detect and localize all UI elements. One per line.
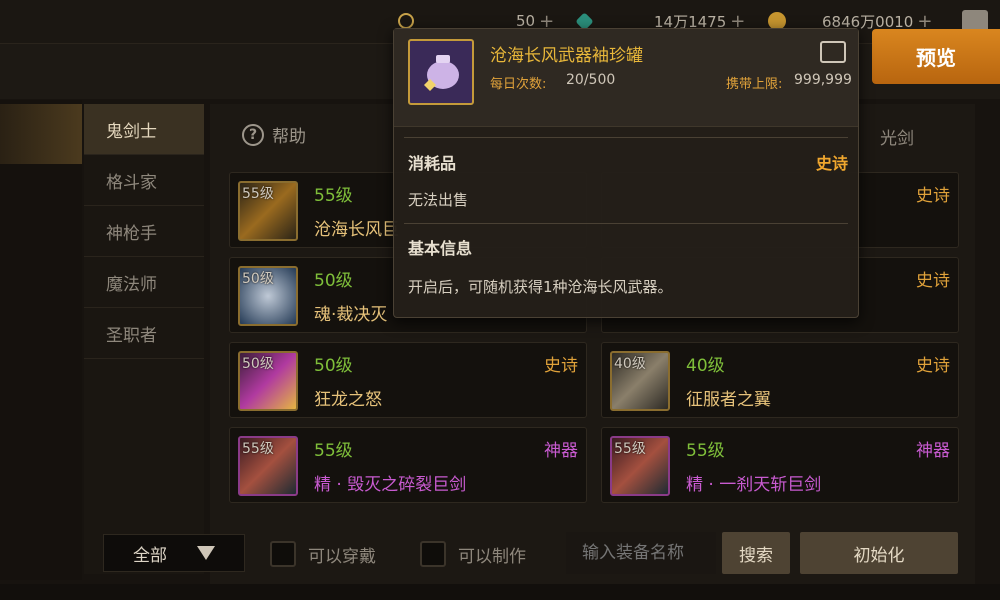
item-card[interactable]: 55级 55级 精 · 毁灭之碎裂巨剑 神器	[229, 427, 587, 503]
item-name: 狂龙之怒	[314, 390, 382, 410]
info-header: 基本信息	[408, 239, 473, 258]
item-level: 40级	[686, 356, 725, 376]
item-tooltip: 沧海长风武器袖珍罐 每日次数: 20/500 携带上限: 999,999 消耗品…	[393, 28, 859, 318]
item-level: 55级	[686, 441, 725, 461]
wearable-label: 可以穿戴	[308, 546, 376, 567]
filter-dropdown[interactable]: 全部	[103, 534, 245, 572]
item-name: 沧海长风巨	[314, 220, 399, 240]
dropdown-arrow-icon	[197, 546, 215, 560]
daily-uses-value: 20/500	[566, 72, 616, 88]
item-card[interactable]: 40级 40级 征服者之翼 史诗	[601, 342, 959, 418]
item-card[interactable]: 55级 55级 精 · 一刹天斩巨剑 神器	[601, 427, 959, 503]
item-name: 魂·裁决灭	[314, 305, 388, 325]
tab-lightsword[interactable]: 光剑	[880, 124, 914, 149]
item-level-tag: 40级	[614, 356, 646, 372]
preview-button[interactable]: 预览	[872, 29, 1000, 84]
item-level-tag: 55级	[614, 441, 646, 457]
class-item-fighter[interactable]: 格斗家	[84, 155, 204, 206]
daily-uses-label: 每日次数:	[490, 77, 547, 92]
class-item-priest[interactable]: 圣职者	[84, 308, 204, 359]
side-category-panel	[0, 100, 82, 580]
search-input[interactable]	[566, 532, 716, 574]
item-name: 精 · 毁灭之碎裂巨剑	[314, 475, 467, 495]
item-level-tag: 50级	[242, 356, 274, 372]
checkbox-box[interactable]	[420, 541, 446, 567]
item-rarity: 史诗	[544, 356, 578, 376]
jar-icon	[408, 39, 474, 105]
item-level: 50级	[314, 356, 353, 376]
item-card[interactable]: 50级 50级 狂龙之怒 史诗	[229, 342, 587, 418]
share-icon[interactable]	[820, 41, 846, 63]
checkbox-box[interactable]	[270, 541, 296, 567]
class-list: 鬼剑士 格斗家 神枪手 魔法师 圣职者	[84, 104, 204, 574]
item-rarity: 神器	[544, 441, 578, 461]
sell-status: 无法出售	[408, 191, 469, 209]
reset-button[interactable]: 初始化	[800, 532, 958, 574]
class-item-mage[interactable]: 魔法师	[84, 257, 204, 308]
class-item-slayer[interactable]: 鬼剑士	[84, 104, 204, 155]
item-rarity-label: 史诗	[815, 154, 848, 173]
item-level: 55级	[314, 441, 353, 461]
help-button[interactable]: ? 帮助	[242, 122, 306, 147]
item-rarity: 史诗	[916, 186, 950, 206]
item-level-tag: 55级	[242, 186, 274, 202]
wearable-checkbox[interactable]: 可以穿戴	[270, 541, 376, 567]
tooltip-title: 沧海长风武器袖珍罐	[490, 46, 643, 66]
class-item-gunner[interactable]: 神枪手	[84, 206, 204, 257]
craftable-checkbox[interactable]: 可以制作	[420, 541, 526, 567]
item-level-tag: 55级	[242, 441, 274, 457]
item-type: 消耗品	[408, 154, 457, 173]
divider	[404, 137, 848, 138]
carry-limit-label: 携带上限:	[726, 77, 783, 92]
help-icon: ?	[242, 123, 264, 146]
craftable-label: 可以制作	[458, 546, 526, 567]
item-name: 征服者之翼	[686, 390, 771, 410]
item-description: 开启后，可随机获得1种沧海长风武器。	[408, 278, 673, 296]
item-rarity: 史诗	[916, 356, 950, 376]
help-label: 帮助	[272, 127, 306, 147]
filter-selected: 全部	[133, 545, 167, 566]
search-button[interactable]: 搜索	[722, 532, 790, 574]
footer-bar	[0, 584, 1000, 600]
divider	[404, 223, 848, 224]
moon-icon	[398, 13, 414, 29]
item-rarity: 史诗	[916, 271, 950, 291]
item-rarity: 神器	[916, 441, 950, 461]
item-level: 50级	[314, 271, 353, 291]
item-level-tag: 50级	[242, 271, 274, 287]
item-name: 精 · 一刹天斩巨剑	[686, 475, 822, 495]
item-level: 55级	[314, 186, 353, 206]
side-category-selected[interactable]	[0, 104, 82, 164]
carry-limit-value: 999,999	[794, 72, 852, 88]
